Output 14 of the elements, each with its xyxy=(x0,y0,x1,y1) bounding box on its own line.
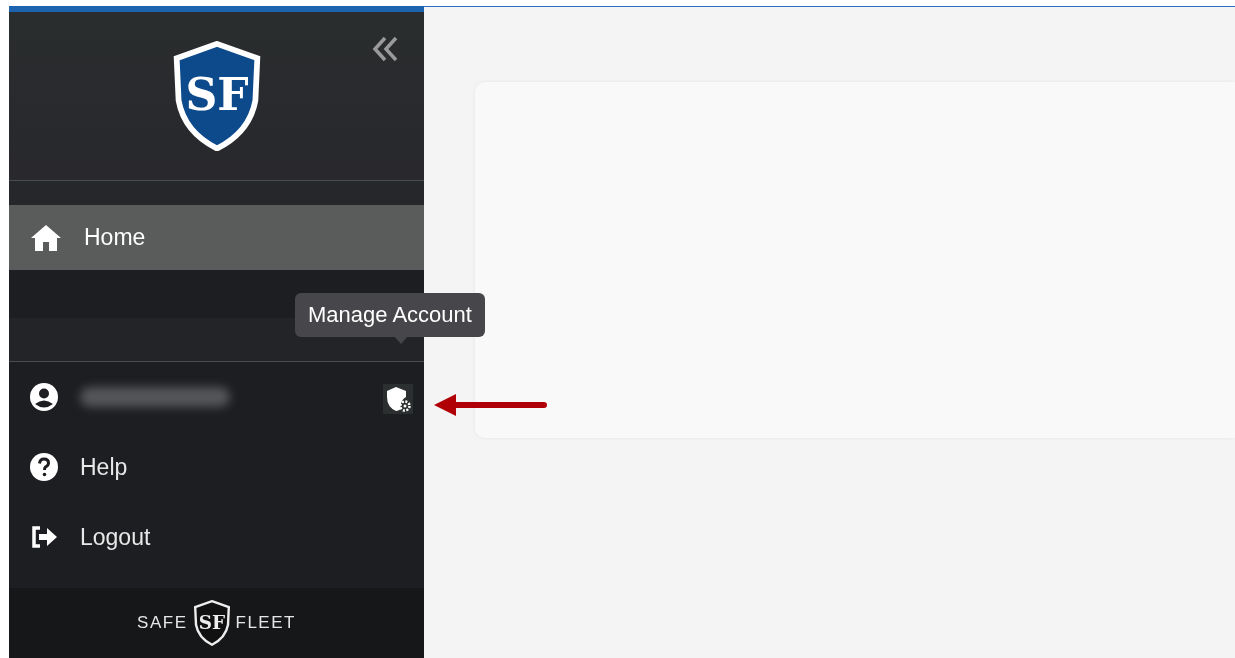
manage-account-button[interactable] xyxy=(383,384,413,414)
brand-text: SAFE xyxy=(137,613,188,633)
menu-item[interactable]: Logout xyxy=(9,502,424,572)
logout-icon xyxy=(30,525,58,549)
brand-text: FLEET xyxy=(235,613,296,633)
arrow-icon xyxy=(434,394,548,416)
menu-item[interactable]: Help xyxy=(9,432,424,502)
nav-item[interactable]: Home xyxy=(9,205,424,270)
help-icon xyxy=(30,453,58,481)
tooltip: Manage Account xyxy=(295,293,485,337)
user-avatar-icon xyxy=(30,383,58,411)
brand-shield-logo: SF xyxy=(191,600,232,646)
home-icon xyxy=(30,223,62,252)
tooltip-pointer-icon xyxy=(393,335,409,344)
